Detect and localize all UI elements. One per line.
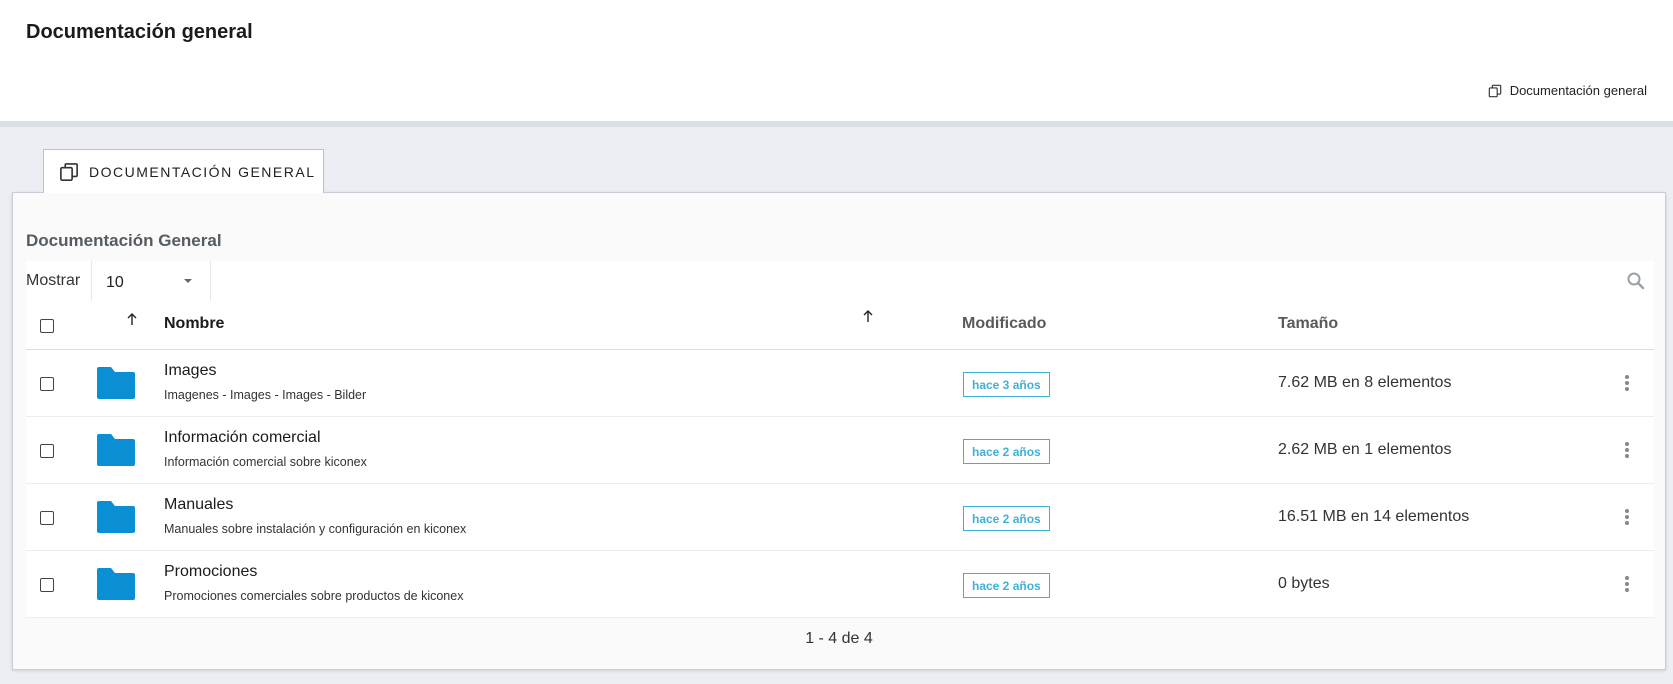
- row-checkbox[interactable]: [40, 444, 54, 458]
- table-row[interactable]: Images Imagenes - Images - Images - Bild…: [26, 350, 1654, 417]
- item-description: Promociones comerciales sobre productos …: [164, 589, 464, 603]
- top-header: Documentación general Documentación gene…: [0, 0, 1673, 127]
- item-name[interactable]: Información comercial: [164, 429, 321, 447]
- sort-arrow-icon[interactable]: [862, 309, 874, 323]
- table-row[interactable]: Manuales Manuales sobre instalación y co…: [26, 484, 1654, 551]
- column-header-name[interactable]: Nombre: [164, 315, 224, 333]
- copy-icon: [1488, 84, 1502, 98]
- toolbar: Mostrar 10: [26, 261, 1654, 301]
- item-size: 2.62 MB en 1 elementos: [1278, 441, 1452, 458]
- search-icon[interactable]: [1626, 271, 1646, 291]
- item-name[interactable]: Manuales: [164, 496, 233, 514]
- tab-documentacion-general[interactable]: DOCUMENTACIÓN GENERAL: [43, 149, 324, 193]
- table-row[interactable]: Promociones Promociones comerciales sobr…: [26, 551, 1654, 618]
- item-size: 0 bytes: [1278, 575, 1330, 592]
- pagination-info: 1 - 4 de 4: [805, 630, 873, 647]
- item-name[interactable]: Images: [164, 362, 216, 380]
- content-panel: Documentación General Mostrar 10 Nombre …: [12, 192, 1666, 670]
- kebab-menu-icon[interactable]: [1624, 441, 1630, 459]
- select-all-checkbox[interactable]: [40, 319, 54, 333]
- section-title: Documentación General: [26, 231, 222, 250]
- modified-badge: hace 2 años: [963, 506, 1050, 531]
- item-description: Información comercial sobre kiconex: [164, 455, 367, 469]
- modified-badge: hace 3 años: [963, 372, 1050, 397]
- folder-icon: [95, 365, 137, 401]
- folder-icon: [95, 566, 137, 602]
- table-header: Nombre Modificado Tamaño: [26, 301, 1654, 350]
- sort-arrow-icon[interactable]: [126, 312, 138, 326]
- page-size-select[interactable]: 10: [91, 261, 211, 301]
- item-name[interactable]: Promociones: [164, 563, 257, 581]
- page-size-value: 10: [106, 274, 124, 291]
- breadcrumb-item[interactable]: Documentación general: [1510, 83, 1647, 98]
- page-size-label: Mostrar: [26, 272, 81, 289]
- row-checkbox[interactable]: [40, 377, 54, 391]
- table-row[interactable]: Información comercial Información comerc…: [26, 417, 1654, 484]
- chevron-down-icon: [184, 279, 192, 283]
- item-size: 16.51 MB en 14 elementos: [1278, 508, 1470, 525]
- kebab-menu-icon[interactable]: [1624, 508, 1630, 526]
- kebab-menu-icon[interactable]: [1624, 575, 1630, 593]
- kebab-menu-icon[interactable]: [1624, 374, 1630, 392]
- column-header-modified[interactable]: Modificado: [962, 315, 1046, 333]
- modified-badge: hace 2 años: [963, 439, 1050, 464]
- folder-icon: [95, 499, 137, 535]
- tab-label: DOCUMENTACIÓN GENERAL: [89, 163, 316, 180]
- breadcrumb[interactable]: Documentación general: [1488, 83, 1647, 98]
- page-title: Documentación general: [26, 21, 253, 43]
- item-size: 7.62 MB en 8 elementos: [1278, 374, 1452, 391]
- folder-icon: [95, 432, 137, 468]
- row-checkbox[interactable]: [40, 578, 54, 592]
- copy-icon: [59, 162, 79, 182]
- column-header-size[interactable]: Tamaño: [1278, 315, 1338, 333]
- item-description: Manuales sobre instalación y configuraci…: [164, 522, 467, 536]
- modified-badge: hace 2 años: [963, 573, 1050, 598]
- file-table: Nombre Modificado Tamaño Images Imagenes…: [26, 301, 1654, 618]
- row-checkbox[interactable]: [40, 511, 54, 525]
- item-description: Imagenes - Images - Images - Bilder: [164, 388, 367, 402]
